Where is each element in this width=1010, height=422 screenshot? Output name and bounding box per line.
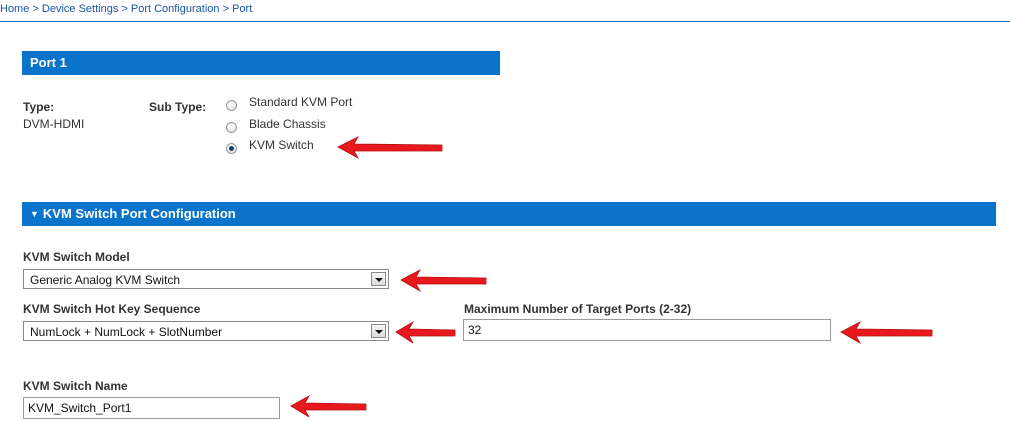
kvm-model-select[interactable]: Generic Analog KVM Switch bbox=[23, 269, 389, 289]
triangle-down-icon[interactable]: ▼ bbox=[30, 202, 39, 226]
red-arrow-icon bbox=[400, 269, 487, 293]
red-arrow-icon bbox=[840, 321, 933, 345]
subtype-label: Sub Type: bbox=[149, 100, 207, 114]
breadcrumb-port-link[interactable]: Port bbox=[232, 3, 252, 15]
kvm-model-label: KVM Switch Model bbox=[23, 250, 130, 264]
breadcrumb-divider bbox=[0, 21, 1010, 22]
hotkey-label: KVM Switch Hot Key Sequence bbox=[23, 302, 201, 316]
hotkey-selected-value: NumLock + NumLock + SlotNumber bbox=[30, 325, 223, 339]
subtype-standard-kvm-label[interactable]: Standard KVM Port bbox=[249, 95, 352, 109]
chevron-down-icon[interactable] bbox=[371, 324, 386, 338]
kvm-name-label: KVM Switch Name bbox=[23, 379, 128, 393]
breadcrumb-separator: > bbox=[121, 3, 131, 15]
chevron-down-icon[interactable] bbox=[371, 272, 386, 286]
type-label: Type: bbox=[23, 100, 55, 114]
breadcrumb-separator: > bbox=[222, 3, 233, 15]
type-value: DVM-HDMI bbox=[23, 117, 85, 131]
kvm-name-input[interactable] bbox=[23, 397, 280, 419]
port-section-title: Port 1 bbox=[30, 55, 67, 70]
breadcrumb-device-settings-link[interactable]: Device Settings bbox=[42, 3, 118, 15]
breadcrumb-port-configuration-link[interactable]: Port Configuration bbox=[131, 3, 220, 15]
breadcrumb-home-link[interactable]: Home bbox=[0, 3, 29, 15]
red-arrow-icon bbox=[337, 136, 443, 160]
hotkey-select[interactable]: NumLock + NumLock + SlotNumber bbox=[23, 321, 389, 341]
red-arrow-icon bbox=[290, 394, 367, 418]
max-ports-input[interactable] bbox=[463, 319, 831, 341]
red-arrow-icon bbox=[395, 320, 456, 344]
subtype-kvm-switch-label[interactable]: KVM Switch bbox=[249, 138, 314, 152]
subtype-standard-kvm-radio[interactable] bbox=[226, 100, 237, 111]
breadcrumb: Home > Device Settings > Port Configurat… bbox=[0, 3, 252, 15]
subtype-kvm-switch-radio[interactable] bbox=[226, 143, 237, 154]
kvm-model-selected-value: Generic Analog KVM Switch bbox=[30, 273, 181, 287]
kvm-config-section-header[interactable]: ▼ KVM Switch Port Configuration bbox=[22, 202, 996, 226]
port-section-header: Port 1 bbox=[22, 51, 500, 75]
kvm-config-section-title: KVM Switch Port Configuration bbox=[42, 206, 236, 221]
max-ports-label: Maximum Number of Target Ports (2-32) bbox=[464, 302, 692, 316]
subtype-blade-chassis-label[interactable]: Blade Chassis bbox=[249, 117, 326, 131]
subtype-blade-chassis-radio[interactable] bbox=[226, 122, 237, 133]
breadcrumb-separator: > bbox=[32, 3, 42, 15]
